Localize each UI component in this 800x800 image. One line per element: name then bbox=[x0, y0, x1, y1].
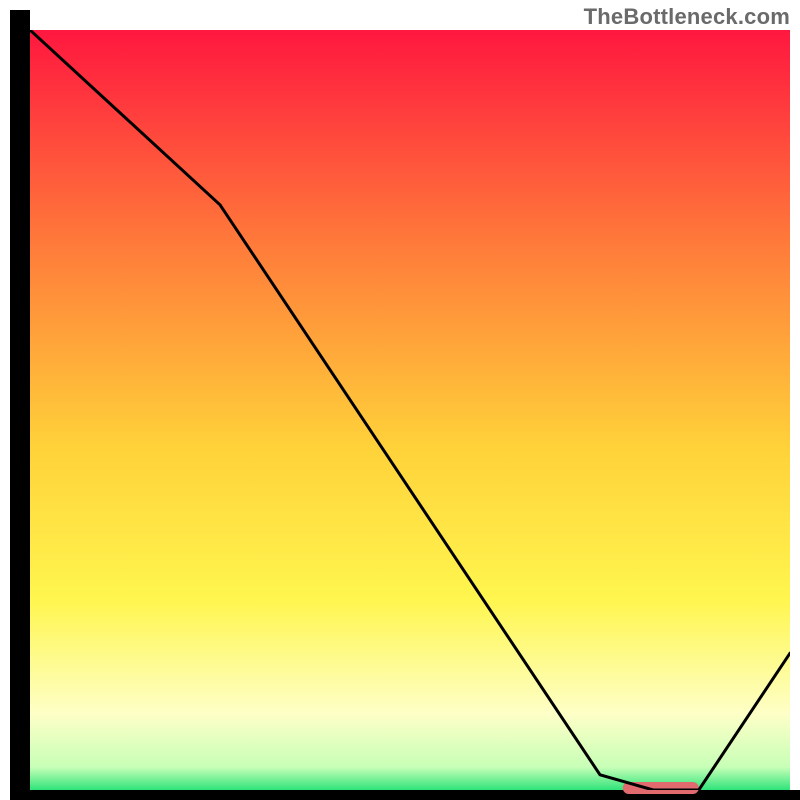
chart-container: TheBottleneck.com bbox=[0, 0, 800, 800]
bottleneck-chart bbox=[0, 0, 800, 800]
watermark-text: TheBottleneck.com bbox=[584, 4, 790, 30]
plot-background bbox=[30, 30, 790, 790]
y-axis bbox=[10, 10, 30, 800]
